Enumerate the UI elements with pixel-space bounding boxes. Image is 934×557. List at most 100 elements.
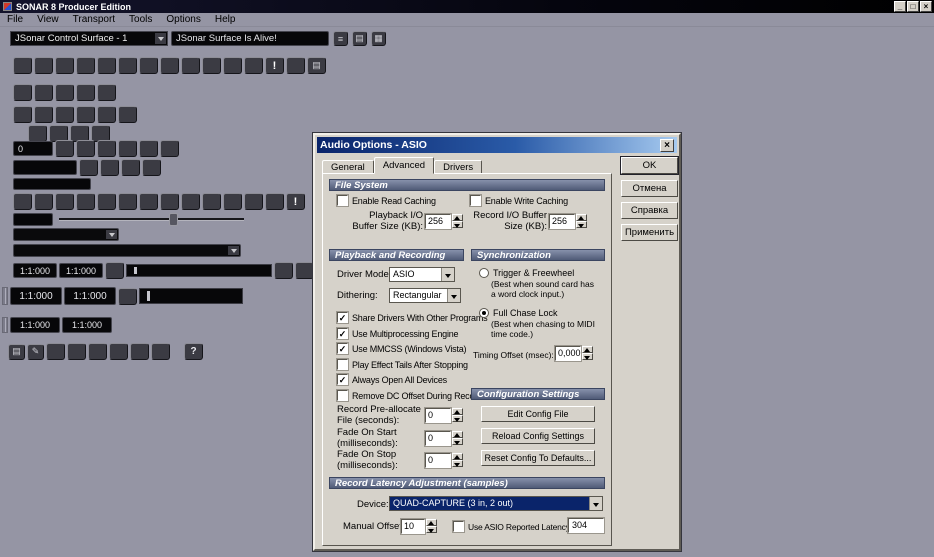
toolbar-button[interactable] xyxy=(13,57,32,74)
spinner-up-icon[interactable] xyxy=(452,453,463,460)
help-button[interactable]: Справка xyxy=(621,202,678,219)
toolbar-button[interactable] xyxy=(97,106,116,123)
toolbar-button[interactable] xyxy=(34,57,53,74)
edit-config-button[interactable]: Edit Config File xyxy=(481,406,595,422)
alert-button[interactable]: ! xyxy=(265,57,284,74)
spinner-down-icon[interactable] xyxy=(452,415,463,422)
chevron-down-icon[interactable] xyxy=(228,246,239,255)
spinner-up-icon[interactable] xyxy=(452,408,463,415)
toolbar-slider[interactable] xyxy=(59,212,244,227)
radio-trigger-freewheel[interactable]: Trigger & Freewheel xyxy=(479,268,574,278)
toolbar-button[interactable] xyxy=(118,193,137,210)
toolbar-button[interactable] xyxy=(139,140,158,157)
position-strip[interactable] xyxy=(139,288,243,304)
toolbar-button[interactable] xyxy=(130,343,149,360)
toolbar-button[interactable] xyxy=(181,193,200,210)
tab-advanced[interactable]: Advanced xyxy=(374,157,434,174)
menu-icon[interactable]: ≡ xyxy=(333,31,348,46)
spinner-down-icon[interactable] xyxy=(582,353,593,360)
toolbar-button[interactable] xyxy=(55,193,74,210)
preallocate-value[interactable]: 0 xyxy=(425,408,451,423)
toolbar-button[interactable] xyxy=(100,159,119,176)
toolbar-button[interactable] xyxy=(202,57,221,74)
toolbar-button[interactable] xyxy=(202,193,221,210)
drag-handle[interactable] xyxy=(2,287,8,305)
toolbar-button[interactable] xyxy=(109,343,128,360)
spinner-down-icon[interactable] xyxy=(452,221,463,228)
toolbar-button[interactable] xyxy=(151,343,170,360)
toolbar-button[interactable] xyxy=(55,57,74,74)
toolbar-button[interactable] xyxy=(97,140,116,157)
menu-tools[interactable]: Tools xyxy=(122,14,159,25)
toolbar-button[interactable] xyxy=(223,57,242,74)
menu-transport[interactable]: Transport xyxy=(66,14,122,25)
playback-io-value[interactable]: 256 xyxy=(425,214,451,229)
toolbar-button[interactable] xyxy=(118,106,137,123)
dithering-combo[interactable]: Rectangular xyxy=(389,288,461,303)
cancel-button[interactable]: Отмена xyxy=(621,180,678,197)
checkbox-effect-tails[interactable]: Play Effect Tails After Stopping xyxy=(337,359,468,370)
toolbar-button[interactable] xyxy=(274,262,293,279)
manual-offset-value[interactable]: 10 xyxy=(401,519,425,534)
tab-drivers[interactable]: Drivers xyxy=(434,160,482,174)
maximize-button[interactable]: □ xyxy=(907,1,919,12)
toolbar-button[interactable] xyxy=(76,106,95,123)
toolbar-button[interactable] xyxy=(97,193,116,210)
toolbar-button[interactable] xyxy=(105,262,124,279)
toolbar-button[interactable] xyxy=(97,84,116,101)
fade-start-value[interactable]: 0 xyxy=(425,431,451,446)
timing-offset-spinner[interactable]: 0,000 xyxy=(555,346,593,361)
toolbar-button[interactable] xyxy=(121,159,140,176)
record-io-value[interactable]: 256 xyxy=(549,214,575,229)
help-button[interactable]: ? xyxy=(184,343,203,360)
toolbar-button[interactable] xyxy=(46,343,65,360)
toolbar-button[interactable] xyxy=(118,140,137,157)
list-icon[interactable]: ▤ xyxy=(307,57,326,74)
toolbar-button[interactable] xyxy=(76,84,95,101)
spinner-down-icon[interactable] xyxy=(452,460,463,467)
toolbar-button[interactable] xyxy=(160,57,179,74)
spinner-up-icon[interactable] xyxy=(452,214,463,221)
toolbar-button[interactable] xyxy=(160,193,179,210)
position-strip[interactable] xyxy=(126,264,272,277)
window-titlebar[interactable]: SONAR 8 Producer Edition _ □ × xyxy=(0,0,934,13)
checkbox-mmcss[interactable]: Use MMCSS (Windows Vista) xyxy=(337,343,466,354)
toolbar-button[interactable] xyxy=(181,57,200,74)
chevron-down-icon[interactable] xyxy=(441,268,454,281)
toolbar-button[interactable] xyxy=(34,84,53,101)
menu-view[interactable]: View xyxy=(30,14,66,25)
toolbar-button[interactable] xyxy=(55,140,74,157)
toolbar-button[interactable] xyxy=(34,106,53,123)
menu-options[interactable]: Options xyxy=(159,14,207,25)
toolbar-button[interactable] xyxy=(295,262,314,279)
toolbar-button[interactable] xyxy=(265,193,284,210)
chevron-down-icon[interactable] xyxy=(447,289,460,302)
pencil-icon[interactable]: ✎ xyxy=(27,344,44,360)
toolbar-button[interactable] xyxy=(13,193,32,210)
toolbar-button[interactable] xyxy=(88,343,107,360)
toolbar-button[interactable] xyxy=(160,140,179,157)
spinner-up-icon[interactable] xyxy=(576,214,587,221)
checkbox-open-all-devices[interactable]: Always Open All Devices xyxy=(337,374,447,385)
checkbox-remove-dc-offset[interactable]: Remove DC Offset During Record xyxy=(337,390,482,401)
alert-button[interactable]: ! xyxy=(286,193,305,210)
checkbox-share-drivers[interactable]: Share Drivers With Other Programs xyxy=(337,312,487,323)
chevron-down-icon[interactable] xyxy=(106,230,117,239)
toolbar-button[interactable] xyxy=(139,193,158,210)
toolbar-button[interactable] xyxy=(118,57,137,74)
dialog-titlebar[interactable]: Audio Options - ASIO × xyxy=(317,137,677,153)
spinner-up-icon[interactable] xyxy=(452,431,463,438)
manual-offset-spinner[interactable]: 10 xyxy=(401,519,437,534)
spinner-down-icon[interactable] xyxy=(426,526,437,533)
toolbar-button[interactable] xyxy=(13,106,32,123)
list-icon[interactable]: ▤ xyxy=(8,344,25,360)
menu-help[interactable]: Help xyxy=(208,14,243,25)
checkbox-enable-read-caching[interactable]: Enable Read Caching xyxy=(337,195,436,206)
toolbar-button[interactable] xyxy=(34,193,53,210)
toolbar-combo[interactable] xyxy=(13,244,241,257)
reset-config-button[interactable]: Reset Config To Defaults... xyxy=(481,450,595,466)
apply-button[interactable]: Применить xyxy=(621,224,678,241)
grid-icon[interactable]: ▦ xyxy=(371,31,386,46)
fade-stop-spinner[interactable]: 0 xyxy=(425,453,463,468)
toolbar-button[interactable] xyxy=(76,57,95,74)
